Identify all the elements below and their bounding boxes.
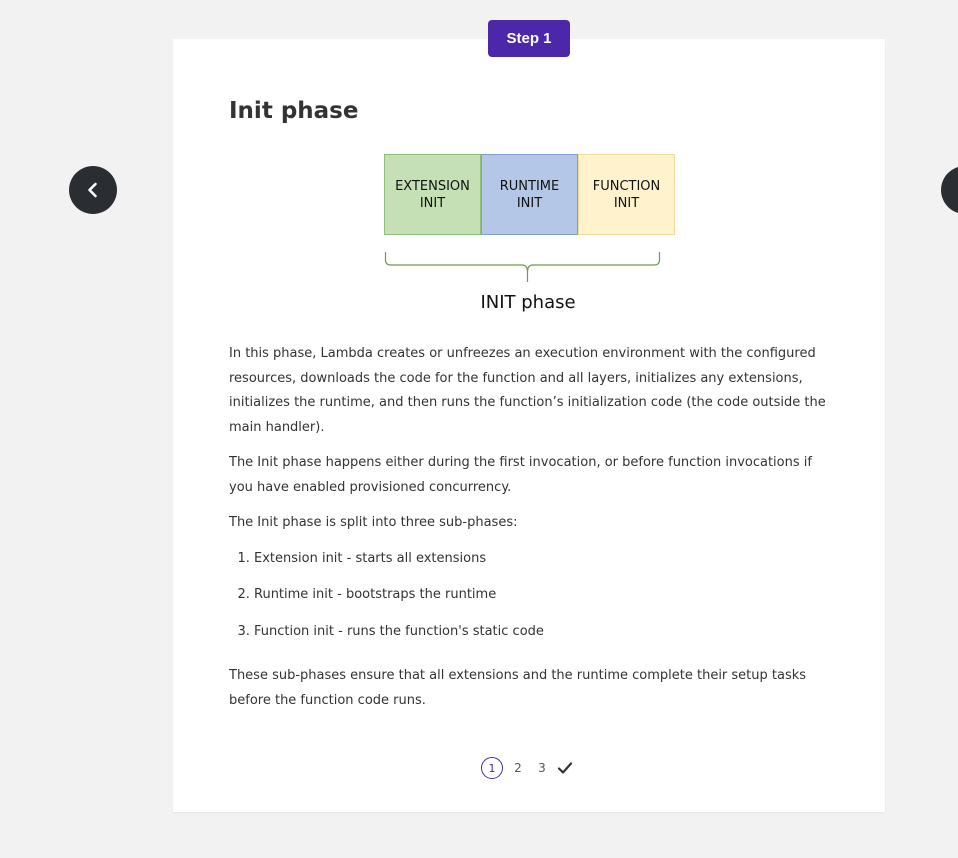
paragraph: These sub-phases ensure that all extensi… [229, 668, 807, 708]
step-badge: Step 1 [488, 20, 570, 57]
paragraph: The Init phase happens either during the… [229, 455, 812, 495]
box-label-line1: FUNCTION [592, 178, 661, 194]
box-label-line2: INIT [613, 195, 640, 211]
paragraph: In this phase, Lambda creates or unfreez… [229, 346, 826, 435]
page-3[interactable]: 3 [533, 761, 551, 775]
description: In this phase, Lambda creates or unfreez… [229, 342, 829, 724]
box-label-line1: RUNTIME [499, 178, 560, 194]
box-label-line2: INIT [419, 195, 446, 211]
previous-button[interactable] [69, 166, 117, 214]
function-init-box: FUNCTION INIT [578, 154, 675, 235]
next-button[interactable] [941, 166, 958, 214]
box-label-line2: INIT [516, 195, 543, 211]
paragraph: The Init phase is split into three sub-p… [229, 515, 518, 530]
chevron-left-icon [88, 182, 97, 198]
runtime-init-box: RUNTIME INIT [481, 154, 578, 235]
page-title: Init phase [229, 98, 359, 124]
step-pager: 1 2 3 [481, 756, 575, 780]
page-1[interactable]: 1 [481, 757, 503, 779]
list-item: Extension init - starts all extensions [254, 547, 829, 572]
extension-init-box: EXTENSION INIT [384, 154, 481, 235]
sub-phase-list: Extension init - starts all extensions R… [229, 547, 829, 645]
list-item: Function init - runs the function's stat… [254, 620, 829, 645]
check-icon[interactable] [557, 761, 575, 775]
list-item: Runtime init - bootstraps the runtime [254, 583, 829, 608]
init-phase-label: INIT phase [480, 292, 576, 313]
curly-brace [384, 252, 661, 282]
page-2[interactable]: 2 [509, 761, 527, 775]
box-label-line1: EXTENSION [395, 178, 470, 194]
init-phase-diagram: EXTENSION INIT RUNTIME INIT FUNCTION INIT I… [384, 154, 679, 314]
